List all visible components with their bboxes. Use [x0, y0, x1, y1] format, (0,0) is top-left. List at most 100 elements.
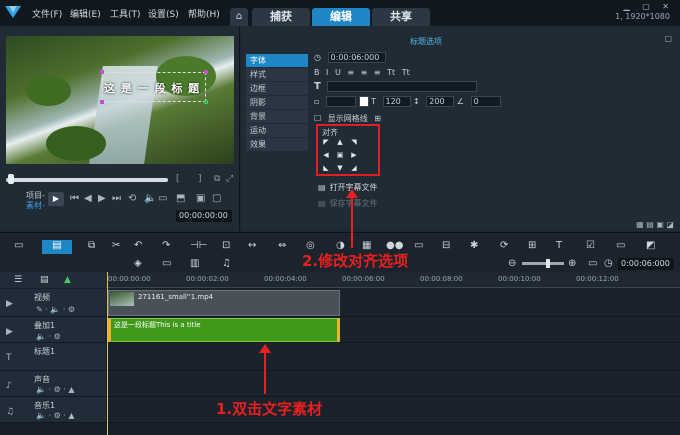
volume-icon[interactable]: 🔈: [144, 193, 156, 204]
zoom-slider[interactable]: [522, 262, 564, 265]
rotate-icon[interactable]: ⟳: [500, 240, 508, 251]
playhead[interactable]: [107, 272, 108, 435]
go-end-icon[interactable]: ⏭: [112, 193, 121, 204]
zoom-in-icon[interactable]: ⊕: [568, 258, 576, 269]
underline-icon[interactable]: U: [335, 68, 341, 77]
cut-icon[interactable]: ✂: [112, 240, 120, 251]
voice-lane[interactable]: [106, 371, 680, 397]
mark-in-icon[interactable]: [: [176, 174, 180, 184]
expand-icon[interactable]: ⤢: [226, 174, 233, 184]
resize-handle[interactable]: [204, 70, 208, 74]
track-overlay1[interactable]: ▶ 叠加1 🔈 · ⚙: [0, 317, 106, 343]
rotation-input[interactable]: 0: [470, 96, 501, 107]
menu-help[interactable]: 帮助(H): [188, 7, 220, 20]
panel-view-icons[interactable]: ▦ ▤ ▣ ◪: [636, 220, 674, 229]
record-capture-icon[interactable]: ◈: [134, 258, 142, 269]
fit-timeline-icon[interactable]: ▭: [588, 258, 597, 269]
align-top-right-icon[interactable]: ◥: [350, 138, 358, 146]
title-tool-icon[interactable]: ▭: [414, 240, 423, 251]
sidebar-item-background[interactable]: 背景: [246, 110, 308, 123]
total-duration-timecode[interactable]: 0:00:06:000: [618, 258, 674, 270]
align-top-center-icon[interactable]: ▲: [336, 138, 344, 146]
clip-ratio-icon[interactable]: ▭: [162, 258, 171, 269]
duration-input[interactable]: 0:00:06:000: [327, 52, 386, 63]
redo-icon[interactable]: ↷: [162, 240, 170, 251]
stretch-icon[interactable]: ⇔: [278, 240, 286, 251]
screen-icon[interactable]: ⊟: [442, 240, 450, 251]
mask-icon[interactable]: ⊞: [528, 240, 536, 251]
music-lane[interactable]: [106, 397, 680, 423]
next-frame-icon[interactable]: ▶: [98, 193, 106, 204]
tab-capture[interactable]: 捕获: [252, 8, 310, 26]
effect-icon[interactable]: ✱: [470, 240, 478, 251]
align-center-icon[interactable]: ≡: [361, 68, 368, 77]
text-direction-icon[interactable]: Tt: [387, 68, 395, 77]
preview-timecode[interactable]: 00:00:00:00: [176, 210, 232, 222]
crop-icon[interactable]: ⬒: [176, 193, 185, 204]
hd-preview-icon[interactable]: ▭: [158, 193, 167, 204]
add-marker-icon[interactable]: ▲: [64, 275, 71, 285]
undo-icon[interactable]: ↶: [134, 240, 142, 251]
preview-title-text[interactable]: 这 是 一 段 标 题: [104, 80, 200, 96]
clip-mode-label[interactable]: 素材-: [26, 200, 45, 211]
track-voice-controls[interactable]: 🔈 · ⚙ · ▲: [36, 385, 75, 394]
track-manager-icon[interactable]: ☰: [14, 275, 22, 285]
align-right-icon[interactable]: ≡: [374, 68, 381, 77]
italic-icon[interactable]: I: [326, 68, 328, 77]
title-lane[interactable]: [106, 343, 680, 371]
menu-file[interactable]: 文件(F): [32, 7, 62, 20]
sidebar-item-motion[interactable]: 运动: [246, 124, 308, 137]
font-family-select[interactable]: [327, 81, 478, 92]
repeat-icon[interactable]: ⟲: [128, 193, 136, 204]
zoom-thumb[interactable]: [546, 259, 550, 268]
track-voice[interactable]: ♪ 声音 🔈 · ⚙ · ▲: [0, 371, 106, 397]
sidebar-item-font[interactable]: 字体: [246, 54, 308, 67]
go-start-icon[interactable]: ⏮: [70, 193, 79, 204]
resize-handle[interactable]: [204, 100, 208, 104]
align-middle-left-icon[interactable]: ◀: [322, 151, 330, 159]
audio-mix-icon[interactable]: ▥: [190, 258, 199, 269]
split-clip-icon[interactable]: ⊣⊢: [190, 240, 207, 251]
checkbox-icon[interactable]: ☐: [314, 114, 321, 123]
resize-handle[interactable]: [100, 100, 104, 104]
text-vertical-icon[interactable]: Tt: [402, 68, 410, 77]
save-title-file-button[interactable]: ▤ 保存字幕文件: [318, 198, 378, 209]
text-tool-icon[interactable]: T: [556, 240, 562, 251]
play-button[interactable]: ▶: [48, 192, 64, 206]
grid-icon[interactable]: ⊞: [374, 114, 381, 123]
auto-music-icon[interactable]: ♫: [222, 258, 231, 269]
align-bottom-left-icon[interactable]: ◣: [322, 164, 330, 172]
window-controls[interactable]: ▁ ▢ ✕: [624, 2, 675, 11]
align-left-icon[interactable]: ≡: [347, 68, 354, 77]
line-spacing-input[interactable]: 200: [426, 96, 455, 107]
align-top-left-icon[interactable]: ◤: [322, 138, 330, 146]
menu-tools[interactable]: 工具(T): [110, 7, 141, 20]
sidebar-item-border[interactable]: 边框: [246, 82, 308, 95]
track-title1[interactable]: T 标题1: [0, 343, 106, 371]
home-icon[interactable]: ⌂: [230, 8, 248, 26]
align-bottom-right-icon[interactable]: ◢: [350, 164, 358, 172]
track-edit-icon[interactable]: ✎ · 🔈 · ⚙: [36, 305, 75, 314]
track-music-controls[interactable]: 🔈 · ⚙ · ▲: [36, 411, 75, 420]
zoom-out-icon[interactable]: ⊖: [508, 258, 516, 269]
subtitle-icon[interactable]: ▭: [616, 240, 625, 251]
snapshot-icon[interactable]: ▣: [196, 193, 205, 204]
resize-tool-icon[interactable]: ◩: [646, 240, 655, 251]
prev-frame-icon[interactable]: ◀: [84, 193, 92, 204]
align-middle-right-icon[interactable]: ▶: [350, 151, 358, 159]
font-size-input[interactable]: 120: [382, 96, 411, 107]
show-grid-label[interactable]: 显示网格线: [328, 114, 368, 123]
checklist-icon[interactable]: ☑: [586, 240, 595, 251]
fit-icon[interactable]: ⊡: [222, 240, 230, 251]
track-music1[interactable]: ♫ 音乐1 🔈 · ⚙ · ▲: [0, 397, 106, 423]
fullscreen-icon[interactable]: ▢: [212, 193, 221, 204]
sidebar-item-effect[interactable]: 效果: [246, 138, 308, 151]
sidebar-item-shadow[interactable]: 阴影: [246, 96, 308, 109]
tab-share[interactable]: 共享: [372, 8, 430, 26]
text-color-dropdown[interactable]: [325, 96, 356, 107]
close-panel-icon[interactable]: ▢: [664, 34, 672, 43]
scrubber-thumb[interactable]: [8, 174, 14, 184]
sidebar-item-style[interactable]: 样式: [246, 68, 308, 81]
menu-edit[interactable]: 编辑(E): [70, 7, 101, 20]
color-swatch[interactable]: [358, 96, 369, 107]
